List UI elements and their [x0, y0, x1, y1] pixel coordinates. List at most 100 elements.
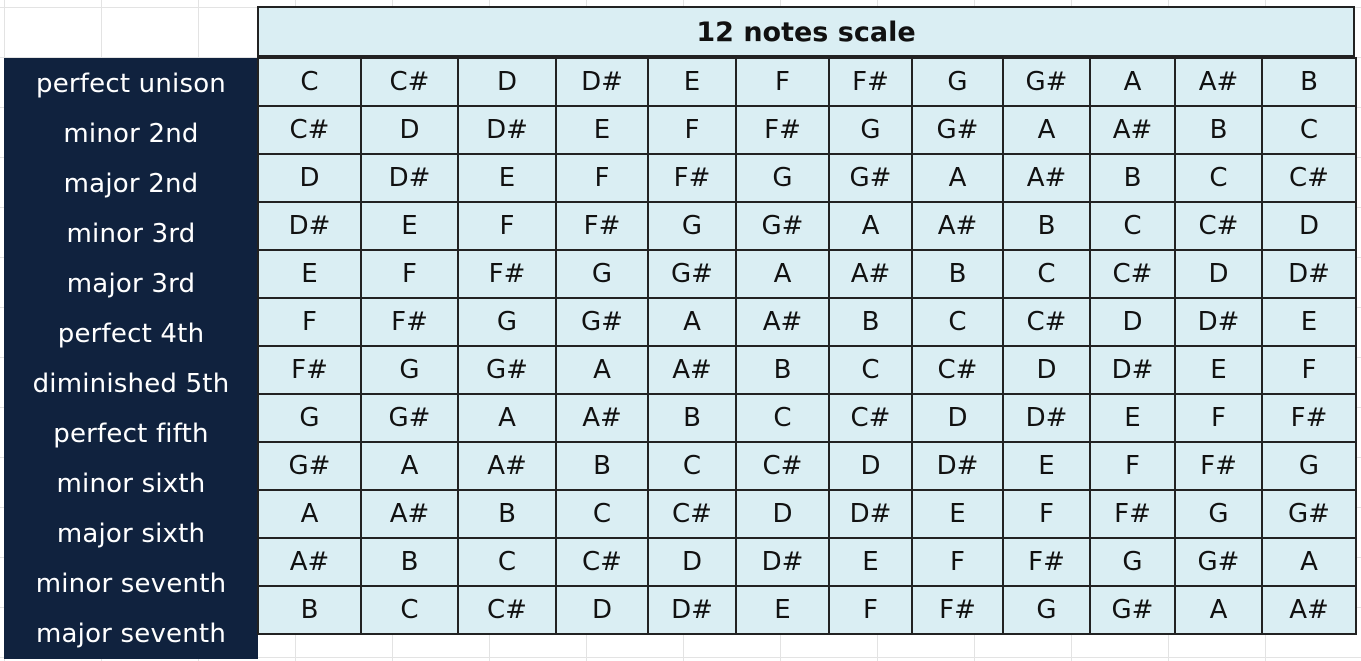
note-cell[interactable]: A#: [360, 489, 459, 539]
note-cell[interactable]: C#: [828, 393, 913, 443]
note-cell[interactable]: G#: [911, 105, 1004, 155]
note-cell[interactable]: D: [1261, 201, 1357, 251]
note-cell[interactable]: A: [555, 345, 649, 395]
note-cell[interactable]: D: [1002, 345, 1091, 395]
note-cell[interactable]: C: [360, 585, 459, 635]
note-cell[interactable]: B: [828, 297, 913, 347]
note-cell[interactable]: D#: [257, 201, 362, 251]
note-cell[interactable]: B: [457, 489, 557, 539]
note-cell[interactable]: C#: [360, 57, 459, 107]
note-cell[interactable]: C#: [1261, 153, 1357, 203]
note-cell[interactable]: A: [1261, 537, 1357, 587]
note-cell[interactable]: D#: [735, 537, 830, 587]
note-cell[interactable]: F: [555, 153, 649, 203]
note-cell[interactable]: G: [1089, 537, 1176, 587]
note-cell[interactable]: E: [1261, 297, 1357, 347]
note-cell[interactable]: D: [911, 393, 1004, 443]
note-cell[interactable]: A: [360, 441, 459, 491]
note-cell[interactable]: D: [257, 153, 362, 203]
note-cell[interactable]: D#: [1174, 297, 1263, 347]
note-cell[interactable]: D: [360, 105, 459, 155]
note-cell[interactable]: G#: [1174, 537, 1263, 587]
note-cell[interactable]: C: [555, 489, 649, 539]
note-cell[interactable]: B: [911, 249, 1004, 299]
note-cell[interactable]: C#: [647, 489, 737, 539]
note-cell[interactable]: B: [1089, 153, 1176, 203]
note-cell[interactable]: C#: [911, 345, 1004, 395]
note-cell[interactable]: G: [457, 297, 557, 347]
note-cell[interactable]: D#: [360, 153, 459, 203]
note-cell[interactable]: E: [735, 585, 830, 635]
note-cell[interactable]: G: [647, 201, 737, 251]
note-cell[interactable]: D: [457, 57, 557, 107]
note-cell[interactable]: F#: [1089, 489, 1176, 539]
note-cell[interactable]: C#: [457, 585, 557, 635]
note-cell[interactable]: B: [647, 393, 737, 443]
note-cell[interactable]: A: [647, 297, 737, 347]
note-cell[interactable]: C: [257, 57, 362, 107]
note-cell[interactable]: G#: [1089, 585, 1176, 635]
note-cell[interactable]: D#: [647, 585, 737, 635]
note-cell[interactable]: C: [1174, 153, 1263, 203]
note-cell[interactable]: F#: [555, 201, 649, 251]
note-cell[interactable]: G: [1174, 489, 1263, 539]
note-cell[interactable]: E: [360, 201, 459, 251]
note-cell[interactable]: G: [1002, 585, 1091, 635]
note-cell[interactable]: B: [555, 441, 649, 491]
note-cell[interactable]: F: [1261, 345, 1357, 395]
note-cell[interactable]: A#: [735, 297, 830, 347]
note-cell[interactable]: D#: [1002, 393, 1091, 443]
note-cell[interactable]: G: [360, 345, 459, 395]
note-cell[interactable]: E: [1089, 393, 1176, 443]
note-cell[interactable]: F: [1089, 441, 1176, 491]
note-cell[interactable]: E: [911, 489, 1004, 539]
note-cell[interactable]: B: [1261, 57, 1357, 107]
note-cell[interactable]: D: [647, 537, 737, 587]
note-cell[interactable]: E: [647, 57, 737, 107]
note-cell[interactable]: G#: [735, 201, 830, 251]
note-cell[interactable]: F: [1002, 489, 1091, 539]
note-cell[interactable]: C#: [555, 537, 649, 587]
note-cell[interactable]: B: [257, 585, 362, 635]
note-cell[interactable]: D: [1089, 297, 1176, 347]
note-cell[interactable]: C#: [1089, 249, 1176, 299]
note-cell[interactable]: E: [555, 105, 649, 155]
note-cell[interactable]: F: [647, 105, 737, 155]
note-cell[interactable]: A#: [457, 441, 557, 491]
note-cell[interactable]: A: [735, 249, 830, 299]
note-cell[interactable]: A#: [1089, 105, 1176, 155]
note-cell[interactable]: B: [1002, 201, 1091, 251]
note-cell[interactable]: A#: [911, 201, 1004, 251]
note-cell[interactable]: C#: [735, 441, 830, 491]
note-cell[interactable]: C#: [257, 105, 362, 155]
note-cell[interactable]: A#: [555, 393, 649, 443]
note-cell[interactable]: G: [257, 393, 362, 443]
note-cell[interactable]: A: [1174, 585, 1263, 635]
note-cell[interactable]: F: [828, 585, 913, 635]
note-cell[interactable]: F#: [647, 153, 737, 203]
note-cell[interactable]: D: [555, 585, 649, 635]
note-cell[interactable]: A: [257, 489, 362, 539]
note-cell[interactable]: A#: [1261, 585, 1357, 635]
note-cell[interactable]: G#: [647, 249, 737, 299]
note-cell[interactable]: A: [1002, 105, 1091, 155]
note-cell[interactable]: C#: [1174, 201, 1263, 251]
note-cell[interactable]: G#: [257, 441, 362, 491]
note-cell[interactable]: F: [1174, 393, 1263, 443]
note-cell[interactable]: E: [257, 249, 362, 299]
note-cell[interactable]: F: [735, 57, 830, 107]
note-cell[interactable]: E: [828, 537, 913, 587]
note-cell[interactable]: C: [1261, 105, 1357, 155]
note-cell[interactable]: D: [1174, 249, 1263, 299]
note-cell[interactable]: D#: [457, 105, 557, 155]
note-cell[interactable]: A#: [647, 345, 737, 395]
note-cell[interactable]: F: [457, 201, 557, 251]
note-cell[interactable]: B: [360, 537, 459, 587]
note-cell[interactable]: F: [257, 297, 362, 347]
note-cell[interactable]: D#: [1089, 345, 1176, 395]
note-cell[interactable]: D: [828, 441, 913, 491]
note-cell[interactable]: F#: [1261, 393, 1357, 443]
note-cell[interactable]: G#: [555, 297, 649, 347]
note-cell[interactable]: F#: [257, 345, 362, 395]
note-cell[interactable]: A#: [257, 537, 362, 587]
